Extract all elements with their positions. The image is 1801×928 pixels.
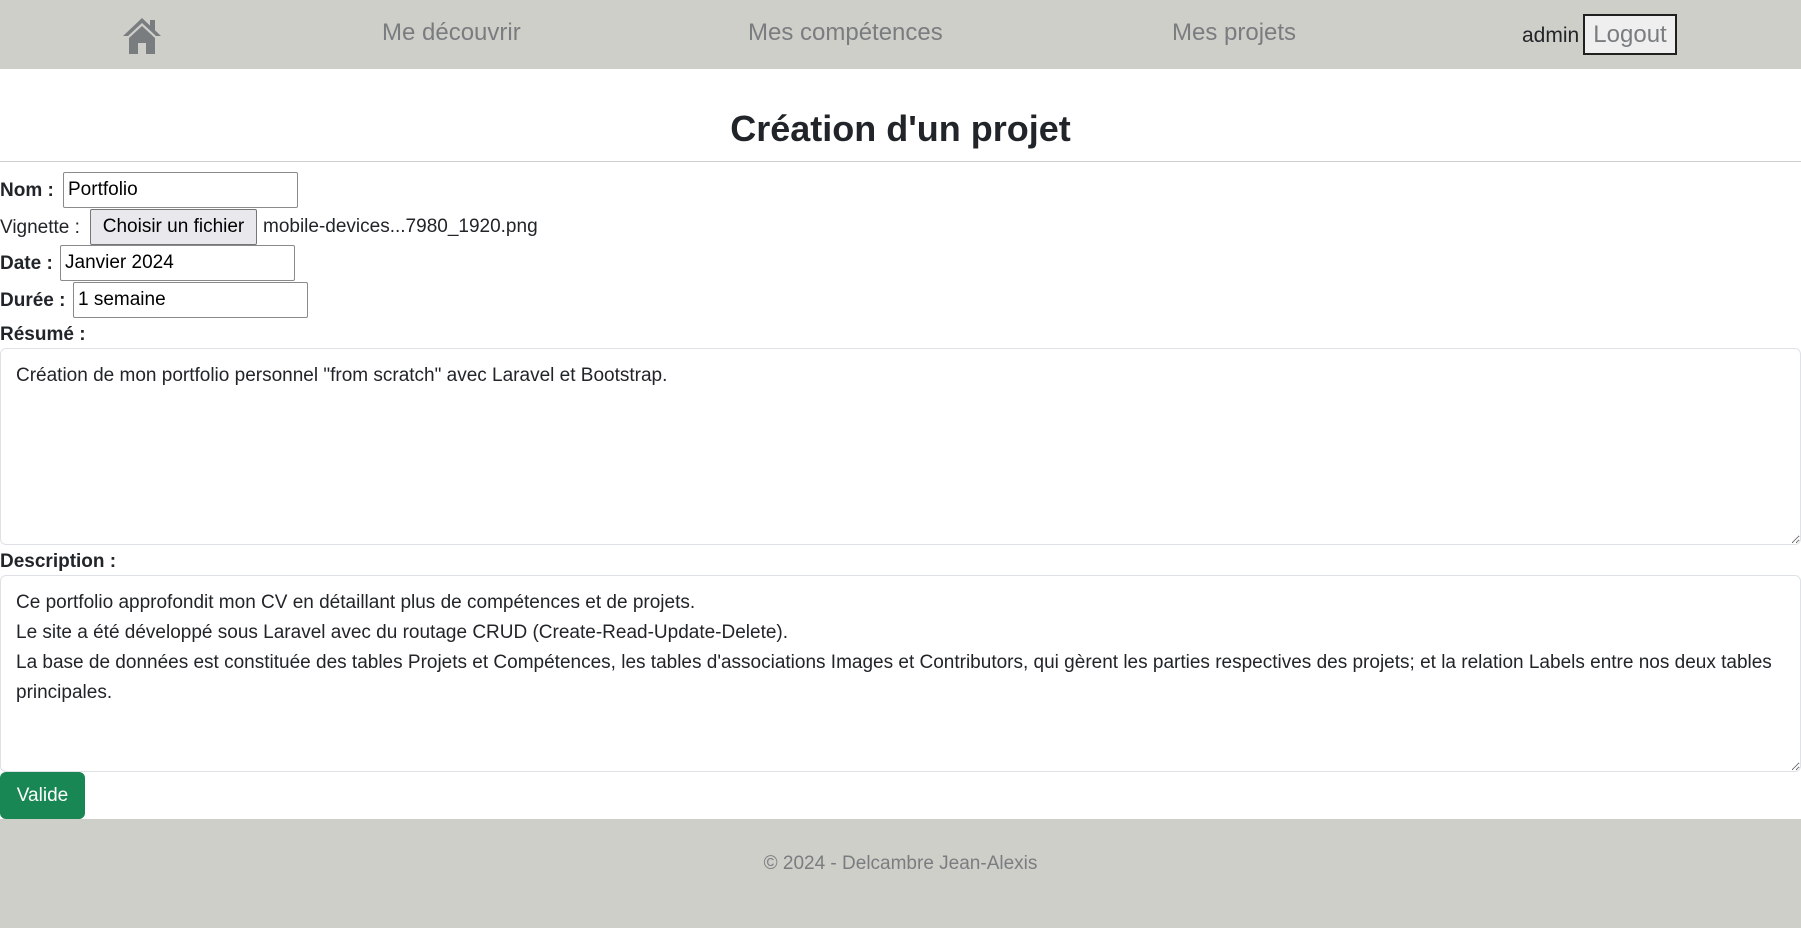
current-user: admin — [1522, 24, 1580, 47]
footer: © 2024 - Delcambre Jean-Alexis — [0, 819, 1801, 928]
duree-input[interactable] — [73, 282, 308, 318]
date-input[interactable] — [60, 245, 295, 281]
nav-link-mes-projets[interactable]: Mes projets — [1172, 19, 1296, 47]
submit-button[interactable]: Valide — [0, 772, 85, 819]
nom-input[interactable] — [63, 172, 298, 208]
date-label: Date : — [0, 253, 53, 274]
logout-button[interactable]: Logout — [1583, 14, 1677, 55]
nav-link-me-decouvrir[interactable]: Me découvrir — [382, 19, 521, 47]
title-divider — [0, 161, 1801, 162]
footer-copyright: © 2024 - Delcambre Jean-Alexis — [763, 853, 1038, 874]
vignette-label: Vignette : — [0, 217, 80, 238]
navbar: Me découvrir Mes compétences Mes projets… — [0, 0, 1801, 69]
home-icon[interactable] — [121, 16, 163, 56]
resume-label: Résumé : — [0, 324, 86, 345]
home-icon-svg — [123, 18, 161, 54]
resume-textarea[interactable]: Création de mon portfolio personnel "fro… — [0, 348, 1801, 545]
selected-file-name: mobile-devices...7980_1920.png — [263, 216, 538, 237]
description-label: Description : — [0, 551, 117, 572]
page-title: Création d'un projet — [730, 108, 1071, 149]
nav-link-mes-competences[interactable]: Mes compétences — [748, 19, 943, 47]
choose-file-button[interactable]: Choisir un fichier — [90, 209, 257, 245]
nom-label: Nom : — [0, 180, 54, 201]
description-textarea[interactable]: Ce portfolio approfondit mon CV en détai… — [0, 575, 1801, 772]
duree-label: Durée : — [0, 290, 66, 311]
